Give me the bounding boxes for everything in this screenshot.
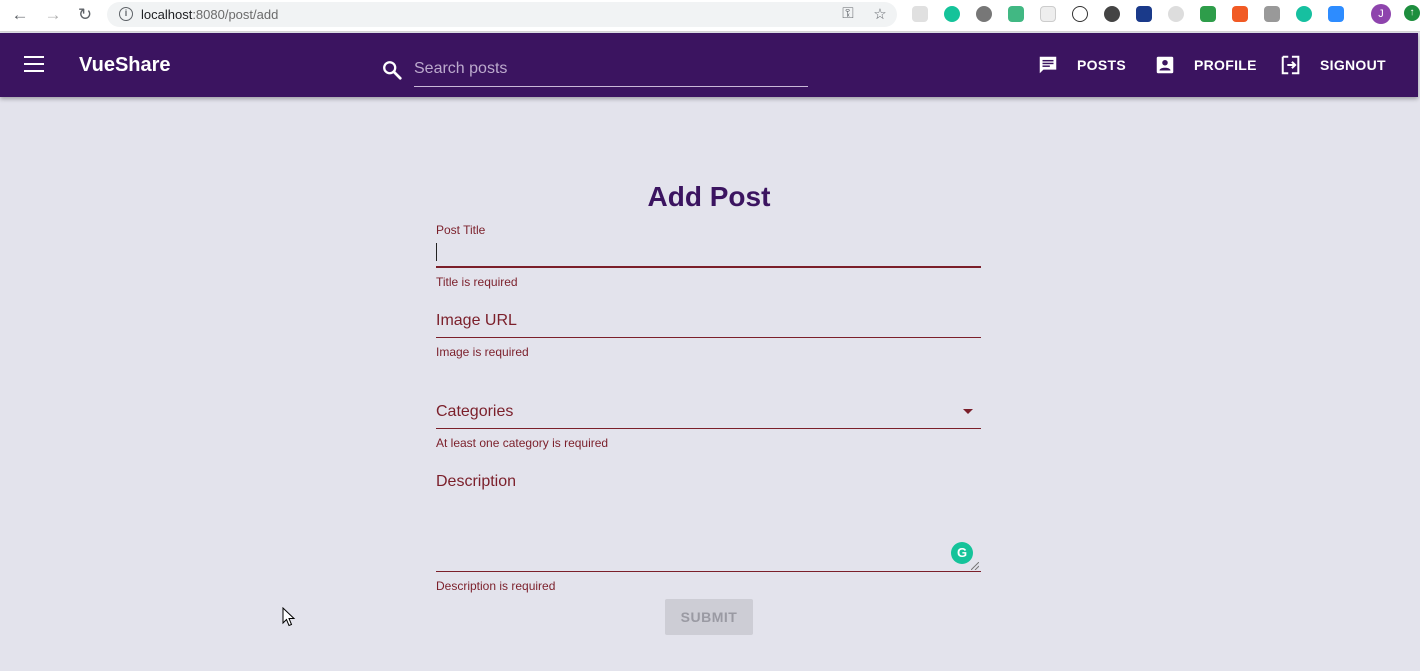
zoom-extension-icon[interactable] [1328,6,1344,22]
description-error: Description is required [436,579,556,593]
account-box-icon [1156,56,1174,74]
post-title-error: Title is required [436,275,518,289]
extension-icon[interactable] [1264,6,1280,22]
resize-handle-icon[interactable] [971,562,979,570]
extension-icon[interactable] [1200,6,1216,22]
page-title: Add Post [647,181,771,212]
extension-icon[interactable] [1136,6,1152,22]
extension-icon[interactable] [1296,6,1312,22]
extension-icon[interactable] [976,6,992,22]
search-input[interactable] [414,55,808,87]
image-url-error: Image is required [436,345,529,359]
url-text[interactable]: localhost:8080/post/add [141,7,278,22]
nav-posts[interactable]: POSTS [1037,53,1126,77]
exit-to-app-icon [1281,55,1300,75]
back-icon[interactable]: ← [9,4,31,26]
extension-icon[interactable] [1040,6,1056,22]
star-icon[interactable]: ☆ [871,5,889,23]
app-toolbar: VueShare POSTS PROFILE SIGNOUT [0,33,1418,97]
extension-icon[interactable] [912,6,928,22]
description-label: Description [436,473,517,490]
nav-profile-label: PROFILE [1194,57,1257,73]
key-icon[interactable]: ⚿ [839,5,857,22]
extension-icon[interactable] [1072,6,1088,22]
image-url-input[interactable] [436,306,981,336]
search-icon [383,61,402,80]
address-bar[interactable]: i localhost:8080/post/add ⚿ ☆ [107,2,897,27]
extension-icon[interactable] [1168,6,1184,22]
update-icon[interactable]: ↑ [1404,5,1420,21]
vue-devtools-icon[interactable] [1008,6,1024,22]
description-underline [436,571,981,572]
profile-avatar[interactable]: J [1371,4,1391,24]
chat-message-icon [1039,56,1057,74]
app-title[interactable]: VueShare [79,54,171,77]
categories-error: At least one category is required [436,436,609,450]
chevron-down-icon[interactable] [963,409,973,414]
nav-signout[interactable]: SIGNOUT [1280,53,1386,77]
info-icon[interactable]: i [119,7,133,21]
categories-underline [436,428,981,429]
text-caret [436,243,437,261]
nav-signout-label: SIGNOUT [1320,57,1386,73]
post-title-input[interactable] [436,240,981,266]
extension-icon[interactable] [1104,6,1120,22]
url-host: localhost [141,7,193,22]
browser-toolbar: ← → ↻ i localhost:8080/post/add ⚿ ☆ J ↑ [0,0,1420,32]
nav-posts-label: POSTS [1077,57,1126,73]
reload-icon[interactable]: ↻ [74,4,96,26]
menu-icon[interactable] [24,56,44,72]
categories-select[interactable]: Categories [436,403,513,421]
url-path: :8080/post/add [192,7,279,22]
grammarly-extension-icon[interactable] [944,6,960,22]
nav-profile[interactable]: PROFILE [1154,53,1257,77]
mouse-cursor-icon [282,607,296,627]
post-title-underline [436,266,981,268]
grammarly-icon[interactable]: G [951,542,973,564]
post-title-label: Post Title [436,223,486,237]
image-url-underline [436,337,981,338]
extension-icon[interactable] [1232,6,1248,22]
submit-button[interactable]: SUBMIT [665,599,753,635]
forward-icon[interactable]: → [42,4,64,26]
description-textarea[interactable] [436,498,981,570]
